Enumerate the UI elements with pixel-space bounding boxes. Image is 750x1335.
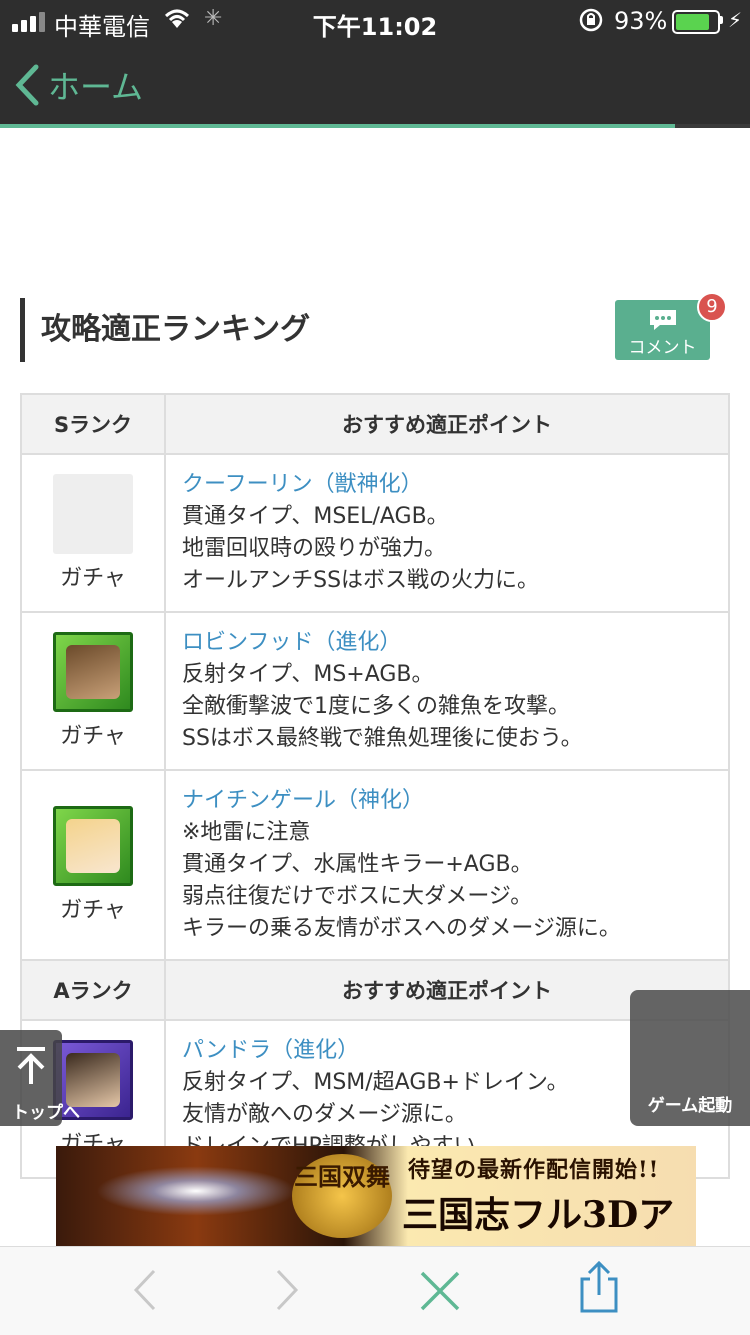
- point-line: キラーの乗る友情がボスへのダメージ源に。: [182, 916, 621, 941]
- battery-percent: 93%: [614, 7, 668, 35]
- character-link[interactable]: クーフーリン（獣神化）: [182, 469, 712, 501]
- comment-count-badge: 9: [697, 292, 727, 322]
- arrow-up-icon: [0, 1046, 62, 1090]
- character-thumbnail[interactable]: [53, 806, 133, 886]
- close-icon: [420, 1271, 460, 1311]
- point-line: 貫通タイプ、MSEL/AGB。: [182, 504, 449, 529]
- point-line: ※地雷に注意: [182, 820, 311, 845]
- chevron-left-icon: [15, 64, 39, 106]
- table-row: ガチャ ナイチンゲール（神化） ※地雷に注意 貫通タイプ、水属性キラー+AGB。…: [20, 769, 730, 961]
- banner-artwork: [96, 1166, 296, 1216]
- back-button[interactable]: ホーム: [14, 62, 143, 108]
- ranking-table: Sランク おすすめ適正ポイント ガチャ クーフーリン（獣神化） 貫通タイプ、MS…: [20, 393, 730, 1179]
- browser-toolbar: [0, 1246, 750, 1335]
- launch-game-label: ゲーム起動: [647, 1096, 733, 1116]
- browser-forward-button[interactable]: [270, 1265, 304, 1319]
- point-line: 弱点往復だけでボスに大ダメージ。: [182, 884, 533, 909]
- description-cell: ロビンフッド（進化） 反射タイプ、MS+AGB。 全敵衝撃波で1度に多くの雑魚を…: [164, 611, 730, 771]
- source-label: ガチャ: [60, 566, 126, 591]
- scroll-top-button[interactable]: トップへ: [0, 1030, 80, 1126]
- table-header-row: Aランク おすすめ適正ポイント: [20, 959, 730, 1021]
- description-cell: クーフーリン（獣神化） 貫通タイプ、MSEL/AGB。 地雷回収時の殴りが強力。…: [164, 453, 730, 613]
- character-cell: ガチャ: [20, 611, 166, 771]
- point-line: SSはボス最終戦で雑魚処理後に使おう。: [182, 726, 583, 751]
- chat-bubble-icon: [615, 308, 710, 336]
- close-button[interactable]: [418, 1269, 462, 1317]
- point-line: 貫通タイプ、水属性キラー+AGB。: [182, 852, 533, 877]
- comment-button[interactable]: コメント: [615, 300, 710, 360]
- banner-logo: 三国双舞: [292, 1154, 392, 1238]
- launch-game-button[interactable]: ゲーム起動: [630, 990, 750, 1126]
- rank-header-a: Aランク: [20, 959, 166, 1021]
- description-cell: ナイチンゲール（神化） ※地雷に注意 貫通タイプ、水属性キラー+AGB。 弱点往…: [164, 769, 730, 961]
- back-label: ホーム: [48, 68, 144, 106]
- ad-banner[interactable]: 三国双舞 待望の最新作配信開始!! 三国志フル3Dアクション: [56, 1146, 696, 1246]
- section-title: 攻略適正ランキング: [20, 298, 310, 362]
- charging-icon: ⚡: [728, 8, 743, 32]
- character-thumbnail[interactable]: [53, 632, 133, 712]
- browser-back-button[interactable]: [128, 1265, 162, 1319]
- page-load-progress: [0, 124, 750, 128]
- point-line: 地雷回収時の殴りが強力。: [182, 536, 447, 561]
- table-row: ガチャ ロビンフッド（進化） 反射タイプ、MS+AGB。 全敵衝撃波で1度に多く…: [20, 611, 730, 771]
- source-label: ガチャ: [60, 898, 126, 923]
- status-bar: 中華電信 ✳ 下午11:02 93% ⚡: [0, 0, 750, 42]
- character-cell: ガチャ: [20, 453, 166, 613]
- share-button[interactable]: [578, 1259, 620, 1319]
- battery-tip: [720, 16, 723, 24]
- point-line: 反射タイプ、MS+AGB。: [182, 662, 434, 687]
- point-line: 全敵衝撃波で1度に多くの雑魚を攻撃。: [182, 694, 570, 719]
- share-icon: [580, 1260, 618, 1313]
- rank-header-s: Sランク: [20, 393, 166, 455]
- chevron-left-icon: [133, 1269, 156, 1311]
- table-row: ガチャ クーフーリン（獣神化） 貫通タイプ、MSEL/AGB。 地雷回収時の殴り…: [20, 453, 730, 613]
- source-label: ガチャ: [60, 724, 126, 749]
- table-header-row: Sランク おすすめ適正ポイント: [20, 393, 730, 455]
- character-link[interactable]: ロビンフッド（進化）: [182, 627, 712, 659]
- battery-icon: [672, 10, 720, 34]
- point-line: オールアンチSSはボス戦の火力に。: [182, 568, 540, 593]
- points-header: おすすめ適正ポイント: [164, 393, 730, 455]
- character-thumbnail[interactable]: [53, 474, 133, 554]
- chevron-right-icon: [276, 1269, 299, 1311]
- comment-label: コメント: [628, 338, 697, 358]
- banner-headline: 待望の最新作配信開始!!: [408, 1157, 660, 1183]
- browser-header: 中華電信 ✳ 下午11:02 93% ⚡ ホーム: [0, 0, 750, 128]
- scroll-top-label: トップへ: [12, 1103, 80, 1123]
- rotation-lock-icon: [578, 7, 604, 39]
- character-link[interactable]: ナイチンゲール（神化）: [182, 785, 712, 817]
- character-cell: ガチャ: [20, 769, 166, 961]
- banner-subhead: 三国志フル3Dアクション: [402, 1194, 675, 1236]
